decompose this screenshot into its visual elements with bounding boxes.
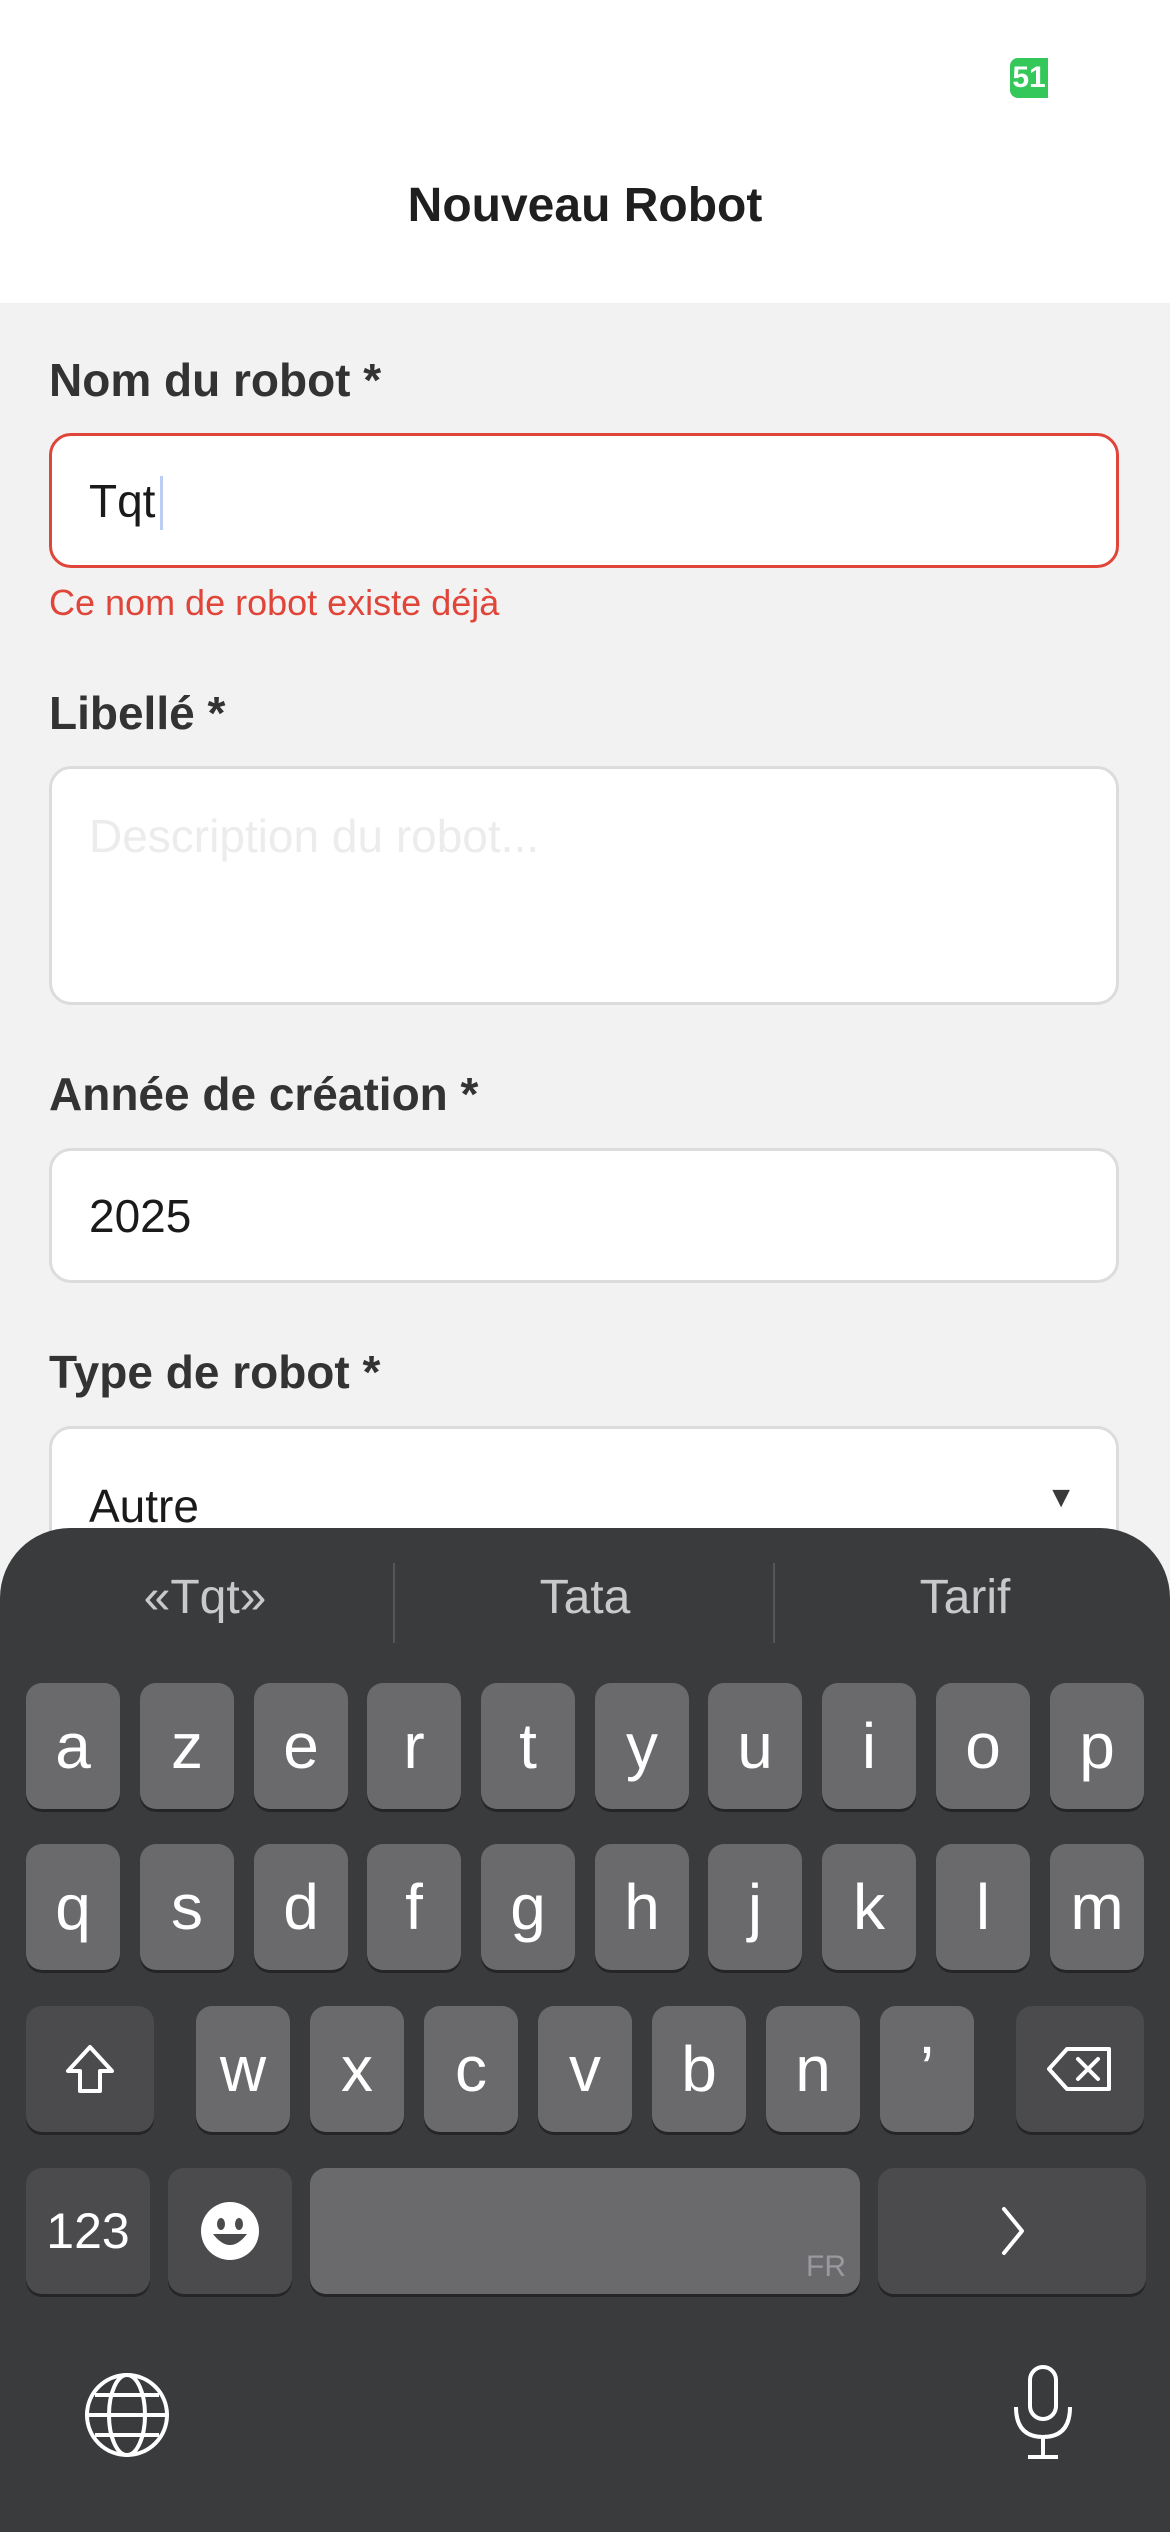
key-e[interactable]: e bbox=[254, 1683, 348, 1809]
backspace-key[interactable] bbox=[1016, 2006, 1144, 2132]
keyboard: «Tqt» Tata Tarif a z e r t y u i o p q s… bbox=[0, 1528, 1170, 2532]
year-label: Année de création * bbox=[49, 1068, 479, 1120]
key-l[interactable]: l bbox=[936, 1844, 1030, 1970]
status-badge: 51 bbox=[1010, 58, 1048, 98]
next-key[interactable] bbox=[878, 2168, 1146, 2294]
key-t[interactable]: t bbox=[481, 1683, 575, 1809]
emoji-icon bbox=[201, 2202, 259, 2260]
key-v[interactable]: v bbox=[538, 2006, 632, 2132]
key-b[interactable]: b bbox=[652, 2006, 746, 2132]
year-input-value: 2025 bbox=[89, 1190, 192, 1242]
key-p[interactable]: p bbox=[1050, 1683, 1144, 1809]
key-y[interactable]: y bbox=[595, 1683, 689, 1809]
key-m[interactable]: m bbox=[1050, 1844, 1144, 1970]
suggestion-1[interactable]: «Tqt» bbox=[15, 1570, 395, 1625]
emoji-key[interactable] bbox=[168, 2168, 292, 2294]
globe-icon[interactable] bbox=[78, 2366, 176, 2464]
numbers-key[interactable]: 123 bbox=[26, 2168, 150, 2294]
key-apostrophe[interactable]: ’ bbox=[880, 2006, 974, 2132]
name-input-value: Tqt bbox=[89, 475, 156, 527]
key-z[interactable]: z bbox=[140, 1683, 234, 1809]
year-input[interactable]: 2025 bbox=[49, 1148, 1119, 1283]
shift-key[interactable] bbox=[26, 2006, 154, 2132]
key-n[interactable]: n bbox=[766, 2006, 860, 2132]
key-k[interactable]: k bbox=[822, 1844, 916, 1970]
shift-icon bbox=[66, 2045, 114, 2093]
key-w[interactable]: w bbox=[196, 2006, 290, 2132]
key-i[interactable]: i bbox=[822, 1683, 916, 1809]
key-c[interactable]: c bbox=[424, 2006, 518, 2132]
key-f[interactable]: f bbox=[367, 1844, 461, 1970]
key-d[interactable]: d bbox=[254, 1844, 348, 1970]
key-g[interactable]: g bbox=[481, 1844, 575, 1970]
description-label: Libellé * bbox=[49, 687, 226, 739]
suggestion-2[interactable]: Tata bbox=[395, 1570, 775, 1625]
description-textarea[interactable]: Description du robot... bbox=[49, 766, 1119, 1005]
backspace-icon bbox=[1047, 2047, 1111, 2091]
key-o[interactable]: o bbox=[936, 1683, 1030, 1809]
text-caret bbox=[160, 476, 163, 530]
suggestion-3[interactable]: Tarif bbox=[775, 1570, 1155, 1625]
key-s[interactable]: s bbox=[140, 1844, 234, 1970]
key-a[interactable]: a bbox=[26, 1683, 120, 1809]
keyboard-language: FR bbox=[806, 2250, 846, 2283]
key-u[interactable]: u bbox=[708, 1683, 802, 1809]
dropdown-arrow-icon: ▼ bbox=[1046, 1481, 1076, 1514]
key-h[interactable]: h bbox=[595, 1844, 689, 1970]
type-select-value: Autre bbox=[89, 1480, 199, 1532]
name-error-message: Ce nom de robot existe déjà bbox=[49, 582, 500, 623]
description-placeholder: Description du robot... bbox=[89, 810, 540, 862]
page-title: Nouveau Robot bbox=[407, 179, 763, 232]
microphone-icon[interactable] bbox=[995, 2358, 1091, 2468]
key-j[interactable]: j bbox=[708, 1844, 802, 1970]
header: 51 Nouveau Robot bbox=[0, 0, 1170, 303]
key-r[interactable]: r bbox=[367, 1683, 461, 1809]
key-x[interactable]: x bbox=[310, 2006, 404, 2132]
type-label: Type de robot * bbox=[49, 1346, 381, 1398]
name-input[interactable]: Tqt bbox=[49, 433, 1119, 568]
chevron-right-icon bbox=[1002, 2207, 1024, 2255]
key-q[interactable]: q bbox=[26, 1844, 120, 1970]
name-label: Nom du robot * bbox=[49, 354, 382, 406]
space-key[interactable]: FR bbox=[310, 2168, 860, 2294]
